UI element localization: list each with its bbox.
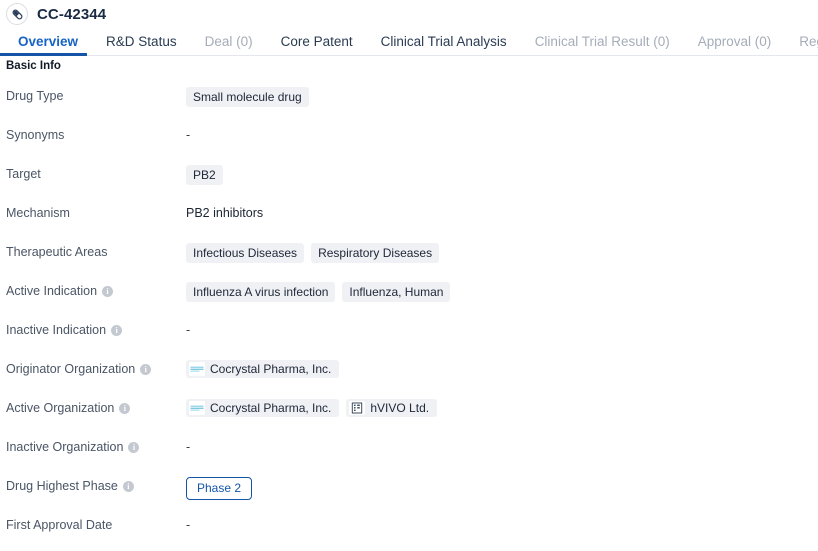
chip-target[interactable]: PB2 [186, 164, 223, 185]
mechanism-text: PB2 inhibitors [186, 206, 264, 221]
label-text: Inactive Organization [6, 439, 124, 454]
row-value-originator-organization: Cocrystal Pharma, Inc. [186, 359, 818, 379]
row-value-drug-type: Small molecule drug [186, 86, 818, 107]
table-row: Therapeutic Areas Infectious Diseases Re… [0, 242, 818, 281]
row-label-inactive-organization: Inactive Organization i [0, 437, 186, 455]
pill-capsule-icon [6, 3, 28, 25]
row-value-therapeutic-areas: Infectious Diseases Respiratory Diseases [186, 242, 818, 263]
empty-value: - [186, 440, 191, 455]
page-title: CC-42344 [37, 5, 107, 23]
tab-clinical-trial-analysis[interactable]: Clinical Trial Analysis [367, 34, 521, 56]
table-row: Active Indication i Influenza A virus in… [0, 281, 818, 320]
row-value-first-approval-date: - [186, 515, 818, 535]
label-text: Synonyms [6, 127, 65, 142]
table-row: Inactive Indication i - [0, 320, 818, 359]
label-text: First Approval Date [6, 517, 113, 532]
chip-organization[interactable]: hVIVO Ltd. [346, 399, 438, 418]
table-row: Drug Type Small molecule drug [0, 86, 818, 125]
status-badge[interactable]: Phase 2 [186, 476, 253, 500]
cocrystal-pharma-logo-icon [189, 362, 205, 377]
chip-therapeutic-area[interactable]: Respiratory Diseases [311, 242, 440, 263]
row-value-active-indication: Influenza A virus infection Influenza, H… [186, 281, 818, 302]
row-label-first-approval-date: First Approval Date [0, 515, 186, 533]
label-text: Drug Highest Phase [6, 478, 118, 493]
organization-name: hVIVO Ltd. [370, 401, 430, 416]
row-label-drug-highest-phase: Drug Highest Phase i [0, 476, 186, 494]
page-header: CC-42344 [0, 0, 818, 28]
empty-value: - [186, 518, 191, 533]
table-row: Inactive Organization i - [0, 437, 818, 476]
row-label-mechanism: Mechanism [0, 203, 186, 221]
chip-indication[interactable]: Influenza A virus infection [186, 281, 336, 302]
label-text: Originator Organization [6, 361, 136, 376]
chip-organization[interactable]: Cocrystal Pharma, Inc. [186, 360, 340, 379]
row-value-drug-highest-phase: Phase 2 [186, 476, 818, 500]
row-value-active-organization: Cocrystal Pharma, Inc. hVIVO Ltd. [186, 398, 818, 418]
label-text: Active Indication [6, 283, 98, 298]
chip-organization[interactable]: Cocrystal Pharma, Inc. [186, 399, 340, 418]
tab-approval[interactable]: Approval (0) [684, 34, 786, 56]
section-title-basic-info: Basic Info [6, 60, 61, 72]
row-value-target: PB2 [186, 164, 818, 185]
empty-value: - [186, 128, 191, 143]
row-value-inactive-organization: - [186, 437, 818, 457]
table-row: Originator Organization i Cocrystal Phar… [0, 359, 818, 398]
table-row: Active Organization i Cocrystal Pharma, … [0, 398, 818, 437]
info-icon[interactable]: i [102, 285, 114, 297]
tab-rd-status[interactable]: R&D Status [92, 34, 191, 56]
row-label-originator-organization: Originator Organization i [0, 359, 186, 377]
chip-drug-type[interactable]: Small molecule drug [186, 86, 309, 107]
tab-overview[interactable]: Overview [0, 34, 92, 56]
row-value-synonyms: - [186, 125, 818, 145]
info-icon[interactable]: i [111, 324, 123, 336]
row-label-drug-type: Drug Type [0, 86, 186, 104]
empty-value: - [186, 323, 191, 338]
table-row: Drug Highest Phase i Phase 2 [0, 476, 818, 515]
table-row: Synonyms - [0, 125, 818, 164]
label-text: Drug Type [6, 88, 64, 103]
row-label-inactive-indication: Inactive Indication i [0, 320, 186, 338]
tab-deal[interactable]: Deal (0) [191, 34, 267, 56]
table-row: Target PB2 [0, 164, 818, 203]
info-icon[interactable]: i [119, 402, 131, 414]
table-row: First Approval Date - [0, 515, 818, 551]
row-label-active-indication: Active Indication i [0, 281, 186, 299]
info-icon[interactable]: i [128, 441, 140, 453]
label-text: Inactive Indication [6, 322, 107, 337]
row-label-active-organization: Active Organization i [0, 398, 186, 416]
table-row: Mechanism PB2 inhibitors [0, 203, 818, 242]
row-label-target: Target [0, 164, 186, 182]
label-text: Mechanism [6, 205, 70, 220]
row-value-inactive-indication: - [186, 320, 818, 340]
basic-info-table: Drug Type Small molecule drug Synonyms -… [0, 74, 818, 551]
row-label-synonyms: Synonyms [0, 125, 186, 143]
label-text: Active Organization [6, 400, 115, 415]
tab-core-patent[interactable]: Core Patent [267, 34, 367, 56]
info-icon[interactable]: i [140, 363, 152, 375]
tab-clinical-trial-result[interactable]: Clinical Trial Result (0) [521, 34, 684, 56]
chip-therapeutic-area[interactable]: Infectious Diseases [186, 242, 305, 263]
tab-regulation[interactable]: Regulation (0) [785, 34, 818, 56]
cocrystal-pharma-logo-icon [189, 401, 205, 416]
row-value-mechanism: PB2 inhibitors [186, 203, 818, 223]
organization-name: Cocrystal Pharma, Inc. [210, 401, 332, 416]
tab-bar: Overview R&D Status Deal (0) Core Patent… [0, 28, 818, 56]
hvivo-building-logo-icon [349, 401, 366, 416]
info-icon[interactable]: i [122, 480, 134, 492]
chip-indication[interactable]: Influenza, Human [342, 281, 451, 302]
label-text: Therapeutic Areas [6, 244, 108, 259]
organization-name: Cocrystal Pharma, Inc. [210, 362, 332, 377]
row-label-therapeutic-areas: Therapeutic Areas [0, 242, 186, 260]
label-text: Target [6, 166, 41, 181]
